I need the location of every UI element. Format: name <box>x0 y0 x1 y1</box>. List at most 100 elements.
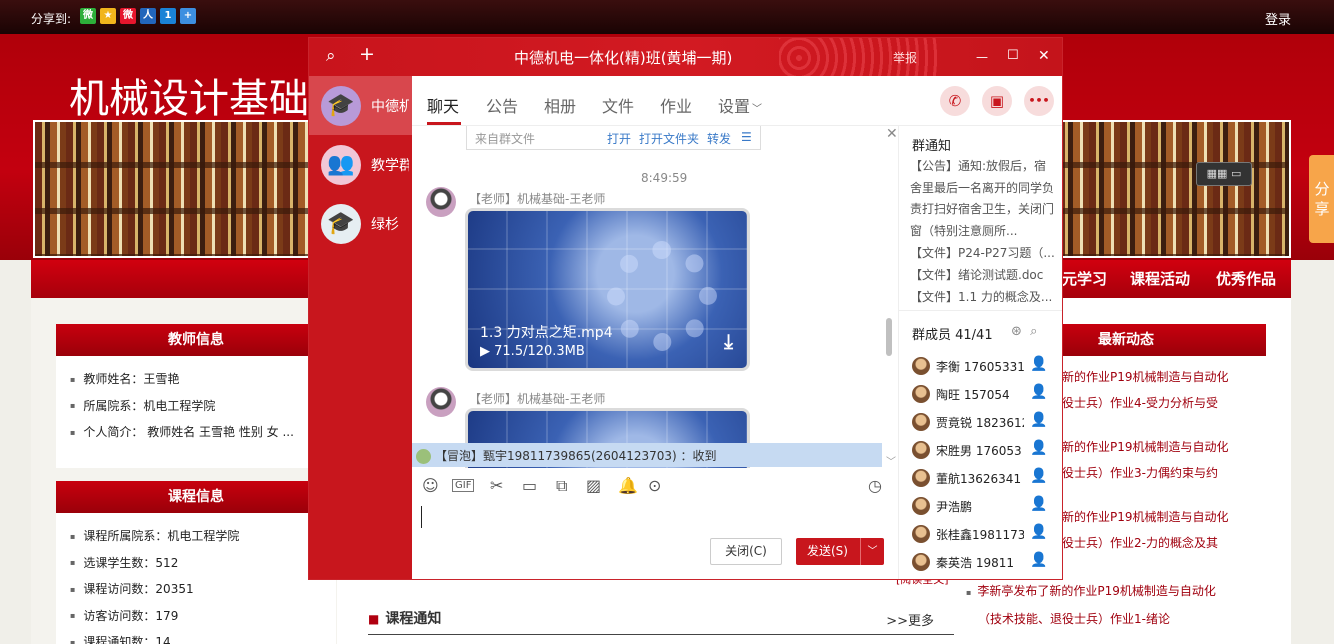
bell-icon[interactable]: 🔔 <box>618 476 638 495</box>
member-name: 贾竟锐 1823612 <box>936 416 1024 430</box>
wechat-share-icon[interactable]: 微 <box>80 8 96 24</box>
teacher-department: 所属院系：机电工程学院 <box>70 393 322 420</box>
menu-icon[interactable]: ☰ <box>741 130 752 144</box>
video-message[interactable]: 1.3 力对点之矩.mp4 ▶ 71.5/120.3MB ⤓ <box>465 208 750 371</box>
nav-item-activities[interactable]: 课程活动 <box>1130 268 1190 289</box>
minimize-icon[interactable]: — <box>976 48 988 66</box>
admin-badge-icon: 👤 <box>1030 496 1048 512</box>
side-share-button[interactable]: 分享 <box>1309 155 1334 243</box>
course-info-list: 课程所属院系：机电工程学院 选课学生数：512 课程访问数：20351 访客访问… <box>56 513 336 644</box>
image-icon[interactable]: ▨ <box>586 476 601 495</box>
member-search-icon[interactable]: ⌕ <box>1030 324 1037 339</box>
more-tools-icon[interactable]: ⊙ <box>648 476 661 495</box>
member-name: 董航13626341 <box>936 472 1022 486</box>
close-icon[interactable]: ✕ <box>1038 47 1050 65</box>
add-icon[interactable]: + <box>359 45 375 64</box>
send-button[interactable]: 发送(S) ﹀ <box>796 538 884 565</box>
chat-tabs: 聊天 公告 相册 文件 作业 设置 ﹀ ✆ ▣ ••• <box>412 76 1062 126</box>
member-row[interactable]: 陶旺 157054 👤 <box>912 383 1060 405</box>
admin-badge-icon: 👤 <box>1030 384 1048 400</box>
group-file-item[interactable]: 【文件】P24-P27习题（... <box>910 244 1058 261</box>
qzone-share-icon[interactable]: ★ <box>100 8 116 24</box>
emoji-icon[interactable]: ☺ <box>422 476 439 495</box>
member-row[interactable]: 尹浩鹏 👤 <box>912 495 1060 517</box>
add-member-icon[interactable]: ⊛ <box>1011 324 1022 339</box>
member-row[interactable]: 张桂鑫1981173 👤 <box>912 523 1060 545</box>
conversation-item[interactable]: 🎓 绿杉 <box>309 194 412 253</box>
search-icon[interactable]: ⌕ <box>326 47 336 65</box>
screenshot-icon[interactable]: ⧉ <box>556 476 567 496</box>
close-strip-icon[interactable]: ✕ <box>886 126 898 142</box>
message-scrollbar[interactable] <box>886 318 892 356</box>
news-item-line1: 李新亭发布了新的作业P19机械制造与自动化 <box>977 584 1216 598</box>
music-player-widget[interactable]: ▦▦ ▭ <box>1196 162 1252 186</box>
sender-avatar[interactable] <box>426 187 456 217</box>
tab-album[interactable]: 相册 <box>544 93 576 117</box>
report-link[interactable]: 举报 <box>893 49 917 66</box>
tencent-share-icon[interactable]: 1 <box>160 8 176 24</box>
tab-files[interactable]: 文件 <box>602 93 634 117</box>
group-notice-text[interactable]: 【公告】通知:放假后，宿舍里最后一名离开的同学负责打扫好宿舍卫生，关闭门窗（特别… <box>910 156 1058 242</box>
bubble-avatar <box>416 449 431 464</box>
course-notice-more-link[interactable]: >>更多 <box>886 610 934 629</box>
message-input[interactable]: 关闭(C) 发送(S) ﹀ <box>412 500 898 579</box>
group-notice-title: 群通知 <box>912 139 952 154</box>
maximize-icon[interactable]: ☐ <box>1007 47 1019 65</box>
member-name: 尹浩鹏 <box>936 500 973 514</box>
phone-call-icon[interactable]: ✆ <box>940 86 970 116</box>
nav-item-works[interactable]: 优秀作品 <box>1216 268 1276 289</box>
chat-group-title: 中德机电一体化(精)班(黄埔一期) <box>514 49 733 67</box>
folder-icon[interactable]: ▭ <box>522 476 537 495</box>
login-link[interactable]: 登录 <box>1265 9 1291 28</box>
member-row[interactable]: 李衡 17605331 👤 <box>912 355 1060 377</box>
screen-share-icon[interactable]: ▣ <box>982 86 1012 116</box>
group-file-item[interactable]: 【文件】1.1 力的概念及... <box>910 288 1058 305</box>
history-icon[interactable]: ◷ <box>868 476 882 495</box>
tab-homework[interactable]: 作业 <box>660 93 692 117</box>
member-row[interactable]: 宋胜男 176053 👤 <box>912 439 1060 461</box>
member-avatar <box>912 441 930 459</box>
top-bar: 分享到: 微 ★ 微人 1 + 登录 <box>0 0 1334 34</box>
open-folder-link[interactable]: 打开文件夹 <box>639 130 699 147</box>
news-item[interactable]: ▪ 李新亭发布了新的作业P19机械制造与自动化 （技术技能、退役士兵）作业1-绪论 <box>956 578 1256 632</box>
tab-announcement[interactable]: 公告 <box>486 93 518 117</box>
member-row[interactable]: 贾竟锐 1823612 👤 <box>912 411 1060 433</box>
sender-avatar[interactable] <box>426 387 456 417</box>
member-row[interactable]: 秦英浩 19811 👤 <box>912 551 1060 573</box>
more-options-icon[interactable]: ••• <box>1024 86 1054 116</box>
group-file-item[interactable]: 【文件】绪论测试题.doc <box>910 266 1058 283</box>
send-options-chevron-icon[interactable]: ﹀ <box>860 538 884 565</box>
course-department: 课程所属院系：机电工程学院 <box>70 523 322 550</box>
tab-chat[interactable]: 聊天 <box>427 93 459 117</box>
member-name: 宋胜男 176053 <box>936 444 1022 458</box>
play-icon: ▶ <box>480 344 495 359</box>
chevron-down-icon: ﹀ <box>752 104 763 115</box>
close-button[interactable]: 关闭(C) <box>710 538 782 565</box>
tab-settings[interactable]: 设置 ﹀ <box>718 93 762 117</box>
member-row[interactable]: 董航13626341 👤 <box>912 467 1060 489</box>
scissors-icon[interactable]: ✂ <box>490 476 503 495</box>
scroll-down-icon[interactable]: ﹀ <box>886 453 896 468</box>
open-file-link[interactable]: 打开 <box>607 130 631 147</box>
download-icon[interactable]: ⤓ <box>724 329 733 353</box>
chat-title-bar[interactable]: ⌕ + 中德机电一体化(精)班(黄埔一期) 举报 — ☐ ✕ <box>309 38 1062 76</box>
more-share-icon[interactable]: + <box>180 8 196 24</box>
conversation-name: 绿杉 <box>371 217 399 233</box>
gif-icon[interactable]: GIF <box>452 479 475 492</box>
message-sender: 【老师】机械基础-王老师 <box>469 192 606 206</box>
bubble-message-bar[interactable]: 【冒泡】甄宇19811739865(2604123703) ：收到 <box>412 443 882 467</box>
teacher-intro[interactable]: 个人简介： 教师姓名 王雪艳 性别 女 ... <box>70 419 322 446</box>
news-item-line2: （技术技能、退役士兵）作业1-绪论 <box>978 612 1170 626</box>
conversation-item[interactable]: 👥 教学群 <box>309 135 412 194</box>
admin-badge-icon: 👤 <box>1030 440 1048 456</box>
teacher-panel-title: 教师信息 <box>56 324 336 356</box>
forward-link[interactable]: 转发 <box>707 130 731 147</box>
weibo-share-icon[interactable]: 微 <box>120 8 136 24</box>
renren-share-icon[interactable]: 人 <box>140 8 156 24</box>
course-notices: 课程通知数：14 <box>70 629 322 644</box>
message-sender: 【老师】机械基础-王老师 <box>469 392 606 406</box>
active-tab-indicator <box>427 122 461 125</box>
nav-item-learning[interactable]: 元学习 <box>1062 268 1107 289</box>
conversation-item[interactable]: 🎓 中德机电一体化(精)班 <box>309 76 412 135</box>
message-area: 来自群文件 打开 打开文件夹 转发 ☰ ✕ 8:49:59 【老师】机械基础-王… <box>412 126 898 468</box>
